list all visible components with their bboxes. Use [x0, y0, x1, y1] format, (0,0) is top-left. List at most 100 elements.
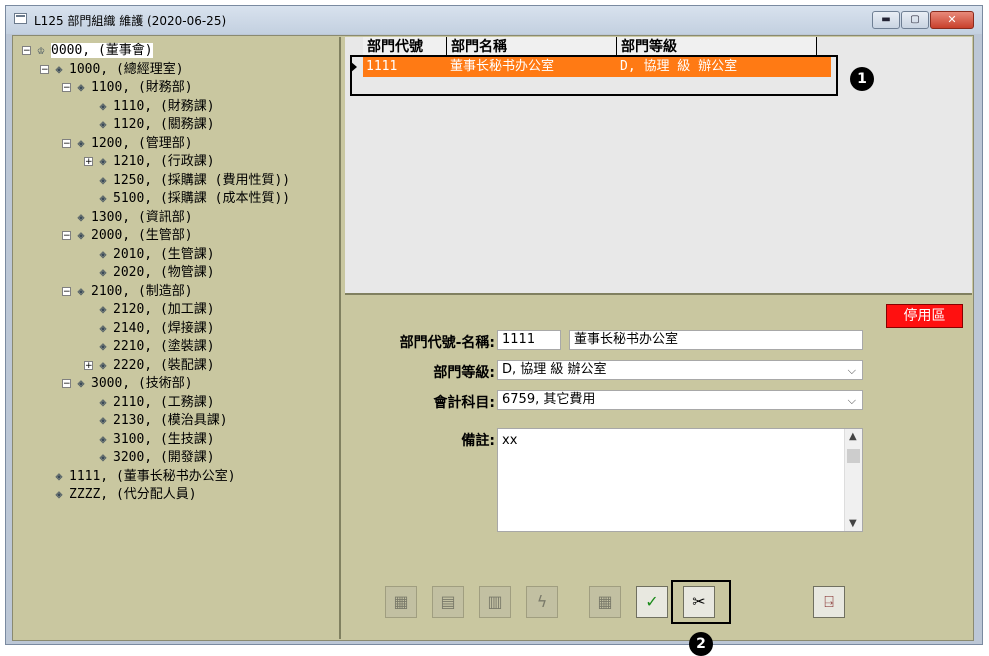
- tree-node[interactable]: + ◈ 1210, (行政課): [84, 152, 215, 170]
- tree-node[interactable]: − ◈ 1200, (管理部): [62, 134, 193, 152]
- code-field[interactable]: 1111: [497, 330, 561, 350]
- tree-node-label: 2140, (焊接課): [113, 320, 215, 336]
- remark-label: 備註:: [461, 433, 495, 449]
- department-icon: ◈: [77, 209, 85, 224]
- edit-record-button[interactable]: ▤: [432, 586, 464, 618]
- remark-textarea[interactable]: xx ▲ ▼: [497, 428, 863, 532]
- name-field[interactable]: 董事长秘书办公室: [569, 330, 863, 350]
- title-bar[interactable]: L125 部門組織 維護 (2020-06-25) ▬ ▢ ✕: [6, 6, 982, 34]
- tree-node-label: 2010, (生管課): [113, 246, 215, 262]
- collapse-icon[interactable]: −: [62, 379, 71, 389]
- tree-node[interactable]: ◈ 2210, (塗裝課): [84, 337, 214, 355]
- tree-node-label: 3200, (開發課): [113, 450, 215, 465]
- tree-node-label: 3000, (技術部): [91, 376, 193, 391]
- tree-node[interactable]: ◈ 2020, (物管課): [84, 263, 214, 281]
- department-icon: ◈: [77, 376, 85, 390]
- app-icon: [14, 13, 27, 24]
- tree-node[interactable]: + ◈ 2220, (裝配課): [84, 356, 215, 374]
- department-grid[interactable]: 部門代號 部門名稱 部門等級 1111 董事长秘书办公室 D, 協理 級 辦公室…: [345, 37, 972, 295]
- minimize-button[interactable]: ▬: [872, 11, 900, 29]
- department-icon: ◈: [99, 431, 107, 446]
- app-window: L125 部門組織 維護 (2020-06-25) ▬ ▢ ✕ − ♔ 0000, …: [5, 5, 983, 656]
- query-button[interactable]: ▦: [589, 586, 621, 618]
- query-icon: ▦: [597, 592, 613, 611]
- tree-node[interactable]: − ◈ 1000, (總經理室): [40, 60, 184, 78]
- delete-record-button[interactable]: ▥: [479, 586, 511, 618]
- tree-node[interactable]: ◈ 3100, (生技課): [84, 430, 214, 448]
- collapse-icon[interactable]: −: [40, 64, 49, 74]
- grid-header-code[interactable]: 部門代號: [363, 37, 447, 57]
- account-label: 會計科目:: [433, 395, 495, 411]
- tree-node[interactable]: − ◈ 3000, (技術部): [62, 374, 193, 392]
- tree-node-label: 1250, (採購課 (費用性質)): [113, 172, 291, 188]
- scroll-down-icon[interactable]: ▼: [849, 518, 857, 529]
- scissors-icon: ✂: [692, 592, 706, 611]
- chevron-down-icon[interactable]: ⌵: [848, 362, 856, 379]
- expand-icon[interactable]: +: [84, 157, 93, 167]
- collapse-icon[interactable]: −: [62, 83, 71, 93]
- exit-button[interactable]: ⍈: [813, 586, 845, 618]
- tree-node[interactable]: ◈ ZZZZ, (代分配人員): [40, 485, 196, 503]
- tree-node[interactable]: − ◈ 2100, (制造部): [62, 282, 193, 300]
- tree-node[interactable]: − ♔ 0000, (董事會): [22, 41, 153, 59]
- department-icon: ◈: [99, 320, 107, 335]
- tree-node-label: 0000, (董事會): [51, 43, 153, 58]
- checkmark-icon: ✓: [645, 592, 659, 611]
- department-icon: ◈: [77, 283, 85, 298]
- window-title: L125 部門組織 維護 (2020-06-25): [34, 14, 227, 28]
- tree-node[interactable]: ◈ 2140, (焊接課): [84, 319, 215, 337]
- tree-node-label: 2000, (生管部): [91, 228, 193, 243]
- department-tree[interactable]: − ♔ 0000, (董事會) − ◈ 1000, (總經理室) − ◈ 1100, (財務部)…: [14, 37, 341, 639]
- department-icon: ◈: [77, 135, 85, 150]
- confirm-button[interactable]: ✓: [636, 586, 668, 618]
- collapse-icon[interactable]: −: [62, 231, 71, 241]
- tree-node[interactable]: ◈ 2010, (生管課): [84, 245, 215, 263]
- level-select[interactable]: D, 協理 級 辦公室 ⌵: [497, 360, 863, 380]
- scroll-up-icon[interactable]: ▲: [849, 431, 857, 442]
- tree-node-label: 1100, (財務部): [91, 80, 193, 95]
- refresh-button[interactable]: ϟ: [526, 586, 558, 618]
- expand-icon[interactable]: +: [84, 360, 93, 370]
- department-icon: ◈: [99, 98, 107, 113]
- code-name-label: 部門代號-名稱:: [399, 335, 495, 351]
- account-select[interactable]: 6759, 其它費用 ⌵: [497, 390, 863, 410]
- tree-node[interactable]: ◈ 1300, (資訊部): [62, 208, 192, 226]
- maximize-button[interactable]: ▢: [901, 11, 929, 29]
- tree-node[interactable]: ◈ 5100, (採購課 (成本性質)): [84, 189, 290, 207]
- tree-node[interactable]: ◈ 3200, (開發課): [84, 448, 215, 466]
- collapse-icon[interactable]: −: [62, 138, 71, 148]
- grid-header-name[interactable]: 部門名稱: [447, 37, 617, 57]
- tree-node-label: 1120, (關務課): [113, 117, 215, 132]
- collapse-icon[interactable]: −: [62, 286, 71, 296]
- remark-text: xx: [502, 433, 518, 448]
- tree-node-label: 1000, (總經理室): [69, 61, 184, 77]
- account-select-value: 6759, 其它費用: [502, 392, 596, 407]
- department-icon: ◈: [99, 154, 107, 168]
- close-button[interactable]: ✕: [930, 11, 974, 29]
- tree-node-label: 2110, (工務課): [113, 394, 215, 410]
- remark-scrollbar[interactable]: ▲ ▼: [844, 429, 862, 531]
- collapse-icon[interactable]: −: [22, 46, 31, 56]
- tree-node[interactable]: ◈ 2110, (工務課): [84, 393, 215, 411]
- tree-node[interactable]: ◈ 1110, (財務課): [84, 97, 214, 115]
- tree-node-label: 5100, (採購課 (成本性質)): [113, 191, 291, 206]
- department-icon: ◈: [99, 413, 107, 427]
- cut-button[interactable]: ✂: [683, 586, 715, 618]
- tree-node[interactable]: ◈ 1111, (董事长秘书办公室): [40, 467, 235, 485]
- tree-node[interactable]: ◈ 1250, (採購課 (費用性質)): [84, 171, 290, 189]
- department-icon: ◈: [99, 394, 107, 409]
- tree-node[interactable]: − ◈ 2000, (生管部): [62, 226, 193, 244]
- disabled-area-badge[interactable]: 停用區: [886, 304, 963, 328]
- tree-node[interactable]: ◈ 2120, (加工課): [84, 300, 215, 318]
- tree-node[interactable]: ◈ 2130, (模治具課): [84, 411, 227, 429]
- grid-header-level[interactable]: 部門等級: [617, 37, 817, 57]
- tree-node-label: 2120, (加工課): [113, 302, 215, 317]
- chevron-down-icon[interactable]: ⌵: [848, 392, 856, 409]
- department-icon: ◈: [99, 450, 107, 464]
- add-record-button[interactable]: ▦: [385, 586, 417, 618]
- department-icon: ◈: [77, 228, 85, 242]
- scroll-thumb[interactable]: [847, 449, 860, 463]
- tree-node-label: 2100, (制造部): [91, 283, 193, 299]
- tree-node[interactable]: − ◈ 1100, (財務部): [62, 78, 193, 96]
- tree-node[interactable]: ◈ 1120, (關務課): [84, 115, 215, 133]
